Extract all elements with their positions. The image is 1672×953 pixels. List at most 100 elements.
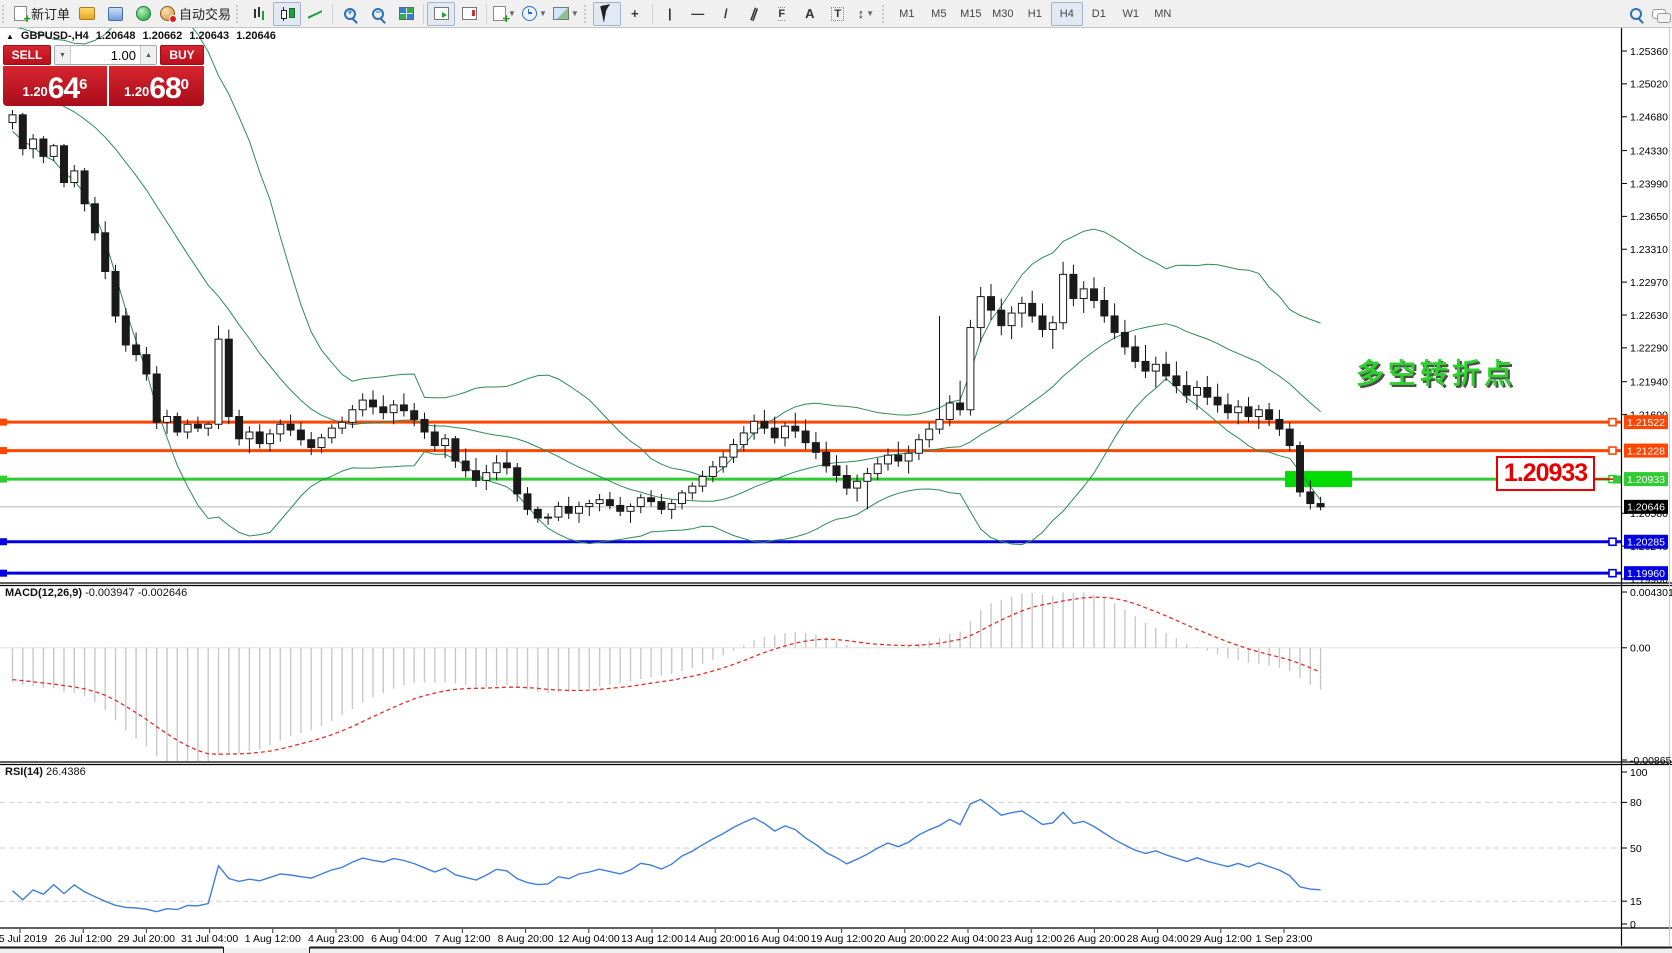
toolbar-grip [2, 5, 9, 23]
price-tick-label: 1.25360 [1630, 46, 1668, 58]
sell-button[interactable]: SELL [3, 45, 51, 65]
tile-windows-button[interactable] [392, 2, 420, 26]
timeframe-m1-button[interactable]: M1 [891, 2, 923, 26]
time-tick-label: 29 Aug 12:00 [1190, 933, 1252, 945]
zoom-in-button[interactable] [336, 2, 364, 26]
timeframe-h4-button[interactable]: H4 [1051, 2, 1083, 26]
bearish-candle-body [1286, 429, 1293, 445]
navigator-icon [136, 6, 151, 21]
volume-input[interactable] [71, 47, 140, 64]
line-left-marker[interactable] [0, 419, 7, 426]
bearish-candle-body [400, 405, 407, 411]
fibonacci-tool-button[interactable]: F [768, 2, 796, 26]
volume-increase-button[interactable]: ▲ [140, 46, 156, 64]
indicators-button[interactable]: ▼ [490, 2, 519, 26]
timeframe-m30-button[interactable]: M30 [987, 2, 1019, 26]
axis-price-box-label: 1.19960 [1627, 568, 1665, 580]
bar-chart-button[interactable] [245, 2, 273, 26]
timeframe-d1-button[interactable]: D1 [1083, 2, 1115, 26]
line-right-marker[interactable] [1609, 419, 1616, 426]
vertical-line-tool-button[interactable]: | [656, 2, 684, 26]
bullish-candle-body [740, 433, 747, 445]
periods-button[interactable]: ▼ [519, 2, 550, 26]
line-left-marker[interactable] [0, 476, 7, 483]
pivot-highlight-box[interactable] [1285, 471, 1352, 487]
axis-price-box-label: 1.20933 [1627, 474, 1665, 486]
symbol-period-label: GBPUSD-,H4 [21, 30, 89, 42]
timeframe-m15-button[interactable]: M15 [955, 2, 987, 26]
timeframe-w1-button[interactable]: W1 [1115, 2, 1147, 26]
macd-scale-label: -0.008651 [1630, 755, 1672, 767]
candlestick-chart-button[interactable] [273, 2, 301, 26]
bullish-candle-body [349, 410, 356, 423]
text-tool-button[interactable]: A [796, 2, 824, 26]
volume-decrease-button[interactable]: ▼ [55, 46, 71, 64]
rsi-scale-label: 15 [1630, 896, 1642, 908]
bullish-candle-body [782, 426, 789, 438]
bearish-candle-body [112, 271, 119, 315]
bullish-candle-body [442, 439, 449, 446]
data-window-button[interactable] [101, 2, 129, 26]
line-left-marker[interactable] [0, 570, 7, 577]
bullish-candle-body [885, 455, 892, 464]
bearish-candle-body [91, 204, 98, 233]
chart-shift-button[interactable] [455, 2, 483, 26]
timeframe-mn-button[interactable]: MN [1147, 2, 1179, 26]
line-right-marker[interactable] [1609, 570, 1616, 577]
time-tick-label: 12 Aug 04:00 [558, 933, 620, 945]
buy-price[interactable]: 1.20 68 0 [109, 66, 204, 106]
zoom-out-button[interactable] [364, 2, 392, 26]
search-icon[interactable] [1630, 8, 1642, 20]
market-watch-button[interactable] [73, 2, 101, 26]
bullish-candle-body [967, 328, 974, 410]
bearish-candle-body [617, 505, 624, 511]
channel-tool-button[interactable]: ∥ [740, 2, 768, 26]
time-tick-label: 7 Aug 12:00 [434, 933, 490, 945]
bearish-candle-body [658, 502, 665, 510]
bearish-candle-body [473, 471, 480, 481]
navigator-button[interactable] [129, 2, 157, 26]
auto-scroll-button[interactable] [427, 2, 455, 26]
axis-price-box-label: 1.20646 [1627, 502, 1665, 514]
bullish-candle-body [915, 440, 922, 454]
rsi-indicator-label: RSI(14) 26.4386 [5, 766, 86, 778]
label-tool-icon: T [831, 7, 844, 21]
cursor-tool-button[interactable] [593, 2, 621, 26]
line-left-marker[interactable] [0, 447, 7, 454]
time-tick-label: 29 Jul 20:00 [118, 933, 175, 945]
bearish-candle-body [61, 146, 68, 183]
price-tick-label: 1.21940 [1630, 377, 1668, 389]
toolbar-grip [584, 5, 591, 23]
templates-button[interactable]: ▼ [550, 2, 582, 26]
line-right-marker[interactable] [1609, 538, 1616, 545]
new-order-button[interactable]: 新订单 [11, 2, 73, 26]
time-tick-label: 8 Aug 20:00 [498, 933, 554, 945]
toolbar-separator [652, 4, 653, 24]
autotrading-button[interactable]: 自动交易 [157, 2, 234, 26]
one-click-toggle-icon[interactable]: ▲ [6, 32, 14, 41]
line-chart-button[interactable] [301, 2, 329, 26]
buy-button[interactable]: BUY [160, 45, 204, 65]
bearish-candle-body [174, 417, 181, 432]
time-tick-label: 28 Aug 04:00 [1127, 933, 1189, 945]
chat-icon[interactable] [1652, 9, 1666, 19]
line-left-marker[interactable] [0, 538, 7, 545]
timeframe-h1-button[interactable]: H1 [1019, 2, 1051, 26]
crosshair-tool-button[interactable]: + [621, 2, 649, 26]
bullish-candle-body [854, 481, 861, 488]
price-tick-label: 1.22970 [1630, 277, 1668, 289]
market-watch-icon [79, 7, 95, 20]
high-value: 1.20662 [143, 30, 183, 42]
timeframe-m5-button[interactable]: M5 [923, 2, 955, 26]
chart-canvas[interactable]: 1.253601.250201.246801.243301.239901.236… [0, 0, 1672, 953]
sell-price[interactable]: 1.20 64 6 [3, 66, 107, 106]
bullish-candle-body [493, 463, 500, 473]
price-callout-label[interactable]: 1.20933 [1496, 456, 1595, 491]
arrows-tool-button[interactable]: ↕ ▼ [852, 2, 880, 26]
trendline-tool-button[interactable]: / [712, 2, 740, 26]
line-right-marker[interactable] [1609, 447, 1616, 454]
label-tool-button[interactable]: T [824, 2, 852, 26]
price-tick-label: 1.24330 [1630, 145, 1668, 157]
bearish-candle-body [1214, 397, 1221, 405]
horizontal-line-tool-button[interactable]: — [684, 2, 712, 26]
